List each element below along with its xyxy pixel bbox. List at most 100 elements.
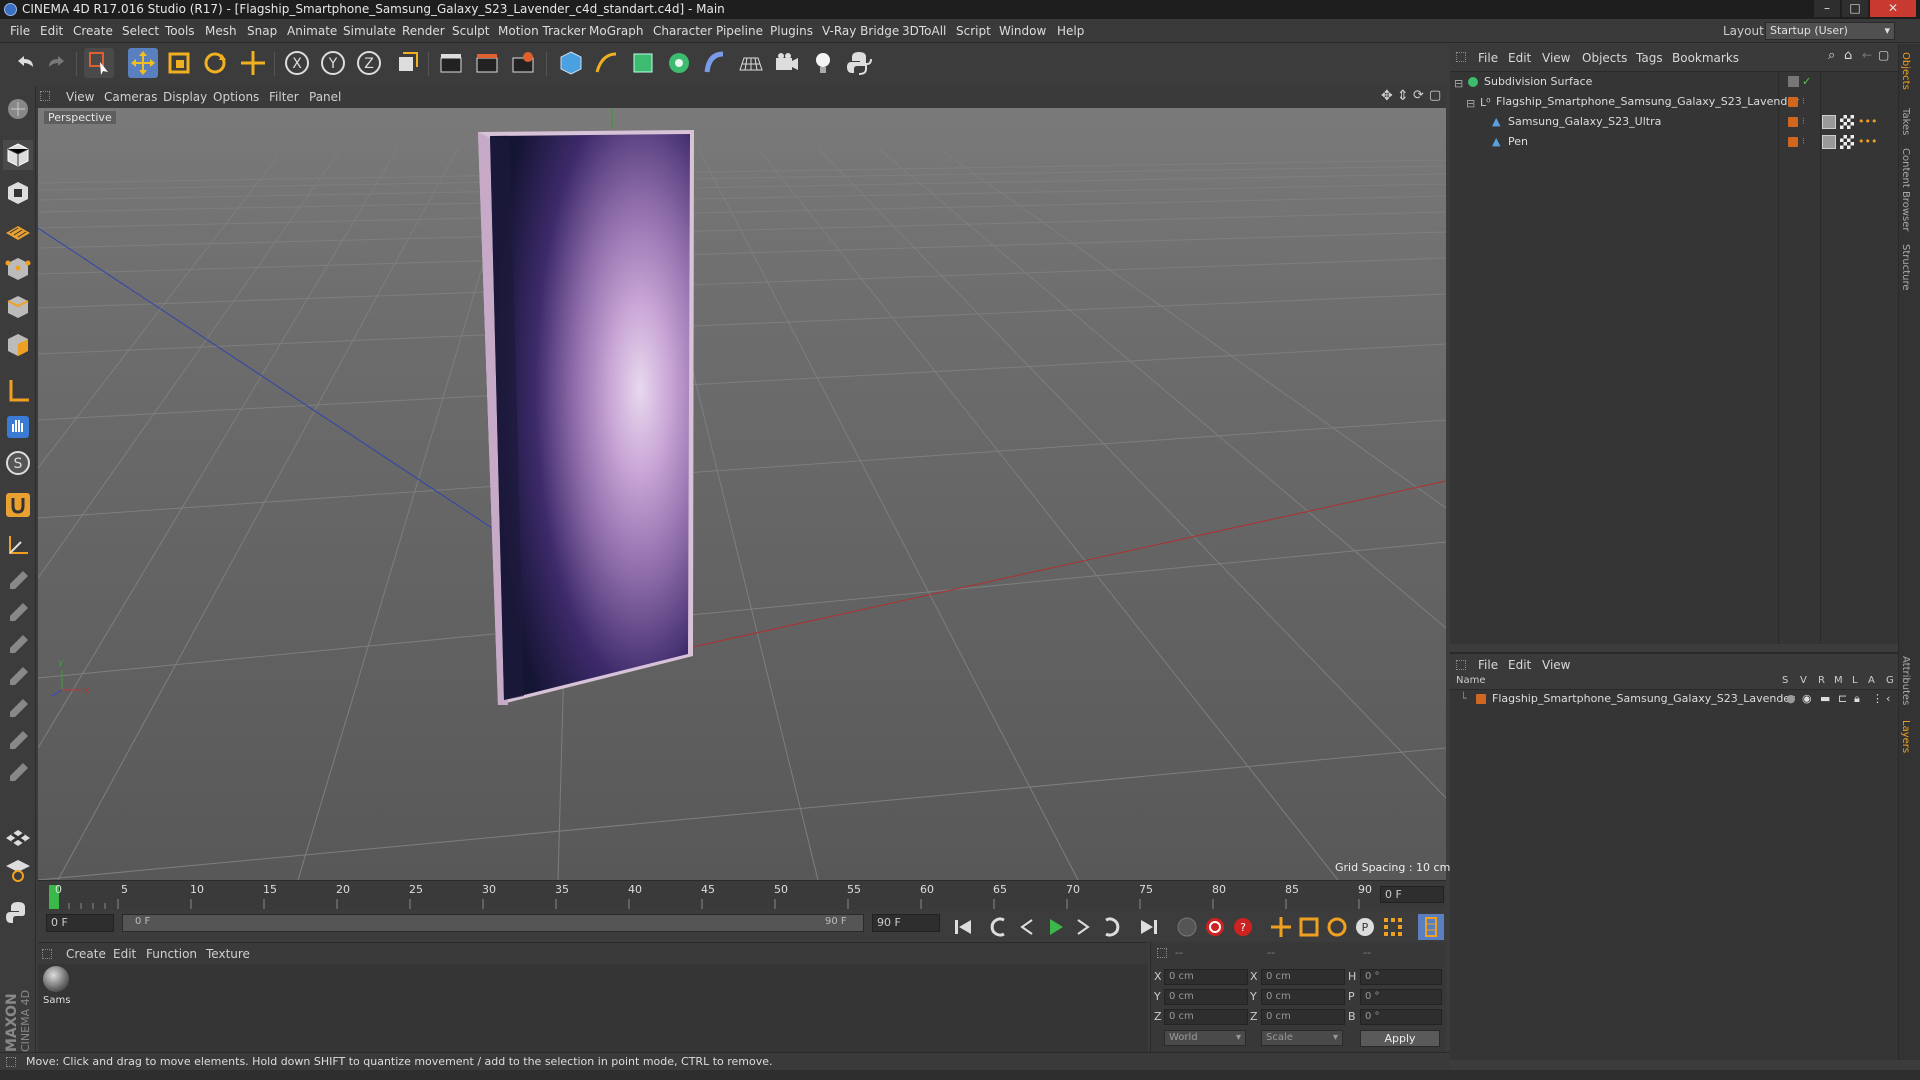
coordinate-space-dropdown[interactable]: World ▾ [1164, 1030, 1246, 1046]
key-rotation-button[interactable] [1324, 914, 1350, 940]
end-frame-field[interactable]: 90 F [872, 914, 940, 932]
object-menu-file[interactable]: File [1478, 51, 1498, 65]
tweak-mode-button[interactable] [3, 412, 33, 442]
column-locked[interactable]: L [1852, 675, 1858, 686]
redo-button[interactable] [42, 48, 72, 78]
live-selection-button[interactable] [84, 48, 114, 78]
timeline-ruler[interactable]: 0 5 10 15 20 25 30 35 40 45 50 55 60 65 … [38, 880, 1446, 910]
quantize-button[interactable] [3, 530, 33, 560]
menu-sculpt[interactable]: Sculpt [452, 24, 489, 38]
rotate-view-icon[interactable]: ⟳ [1413, 88, 1424, 103]
edges-mode-button[interactable] [3, 292, 33, 322]
phong-tag-icon[interactable]: ••• [1858, 113, 1877, 131]
next-frame-button[interactable] [1070, 914, 1096, 940]
key-parameter-button[interactable]: P [1352, 914, 1378, 940]
lock-toggle-icon[interactable]: 🔒︎ [1854, 690, 1860, 708]
material-tag-icon[interactable] [1822, 115, 1836, 129]
python-left-button[interactable] [3, 898, 33, 928]
visible-toggle-icon[interactable]: ◉ [1802, 690, 1812, 708]
add-light-button[interactable] [808, 48, 838, 78]
size-mode-dropdown[interactable]: Scale ▾ [1261, 1030, 1343, 1046]
add-spline-button[interactable] [592, 48, 622, 78]
scale-tool-button[interactable] [164, 48, 194, 78]
render-toggle-icon[interactable]: ▬ [1820, 690, 1830, 708]
object-menu-objects[interactable]: Objects [1582, 51, 1627, 65]
pos-x-field[interactable]: 0 cm [1164, 969, 1248, 985]
material-thumbnail[interactable] [43, 966, 69, 992]
collapse-icon[interactable]: ⊟ [1466, 95, 1475, 113]
start-frame-field[interactable]: 0 F [46, 914, 114, 932]
visibility-dots-icon[interactable]: ⁝ [1802, 113, 1805, 131]
layer-row[interactable]: └ Flagship_Smartphone_Samsung_Galaxy_S23… [1454, 690, 1894, 708]
x-axis-lock-button[interactable]: X [282, 48, 312, 78]
menu-mograph[interactable]: MoGraph [589, 24, 644, 38]
animation-toggle-icon[interactable]: ⋮ [1872, 690, 1883, 708]
material-menu-function[interactable]: Function [146, 947, 197, 961]
record-keys-button[interactable] [1202, 914, 1228, 940]
menu-script[interactable]: Script [956, 24, 991, 38]
add-deformer-button[interactable] [700, 48, 730, 78]
texture-tag-icon[interactable] [1840, 135, 1854, 149]
phong-tag-icon[interactable]: ••• [1858, 133, 1877, 151]
column-generators[interactable]: G [1886, 675, 1894, 686]
rot-p-field[interactable]: 0 ° [1360, 989, 1442, 1005]
layer-color-icon[interactable] [1788, 97, 1798, 107]
sculpt-brush-1-button[interactable] [3, 566, 33, 596]
generator-toggle-icon[interactable]: ‹ [1886, 690, 1890, 708]
floor-rotate-button[interactable] [3, 854, 33, 884]
tab-layers[interactable]: Layers [1900, 720, 1911, 753]
viewport-menu-panel[interactable]: Panel [309, 90, 341, 104]
object-row-flagship[interactable]: ⊟ L⁰ Flagship_Smartphone_Samsung_Galaxy_… [1454, 93, 1894, 111]
collapse-icon[interactable]: ⊟ [1454, 75, 1463, 93]
zoom-view-icon[interactable]: ⇕ [1397, 88, 1409, 104]
add-mograph-button[interactable] [664, 48, 694, 78]
rot-h-field[interactable]: 0 ° [1360, 969, 1442, 985]
maximize-button[interactable]: □ [1842, 0, 1868, 17]
menu-snap[interactable]: Snap [247, 24, 277, 38]
viewport-menu-cameras[interactable]: Cameras [104, 90, 157, 104]
menu-render[interactable]: Render [402, 24, 445, 38]
render-view-button[interactable] [436, 48, 466, 78]
menu-window[interactable]: Window [999, 24, 1046, 38]
magnet-tool-button[interactable] [3, 490, 33, 520]
sculpt-brush-7-button[interactable] [3, 758, 33, 788]
layout-dropdown[interactable]: Startup (User) ▾ [1765, 22, 1895, 40]
goto-start-button[interactable] [950, 914, 976, 940]
viewport-menu-filter[interactable]: Filter [269, 90, 299, 104]
material-menu-texture[interactable]: Texture [206, 947, 250, 961]
rotate-tool-button[interactable] [200, 48, 230, 78]
goto-end-button[interactable] [1136, 914, 1162, 940]
menu-character[interactable]: Character [653, 24, 712, 38]
tab-content-browser[interactable]: Content Browser [1900, 148, 1911, 231]
maximize-view-icon[interactable]: ▢ [1429, 88, 1441, 103]
close-button[interactable]: ✕ [1870, 0, 1916, 17]
menu-vray-bridge[interactable]: V-Ray Bridge [822, 24, 899, 38]
material-tag-icon[interactable] [1822, 135, 1836, 149]
transform-tool-button[interactable] [238, 48, 268, 78]
apply-button[interactable]: Apply [1360, 1030, 1440, 1047]
sculpt-brush-5-button[interactable] [3, 694, 33, 724]
move-tool-button[interactable] [128, 48, 158, 78]
layer-color-icon[interactable] [1476, 694, 1486, 704]
prev-frame-button[interactable] [1014, 914, 1040, 940]
next-key-button[interactable] [1098, 914, 1124, 940]
manager-toggle-icon[interactable]: ⊏ [1838, 690, 1847, 708]
pos-y-field[interactable]: 0 cm [1164, 989, 1248, 1005]
home-icon[interactable]: ⌂ [1844, 48, 1852, 63]
material-menu-create[interactable]: Create [66, 947, 106, 961]
menu-select[interactable]: Select [122, 24, 159, 38]
menu-edit[interactable]: Edit [40, 24, 63, 38]
menu-simulate[interactable]: Simulate [343, 24, 396, 38]
prev-key-button[interactable] [986, 914, 1012, 940]
sculpt-brush-6-button[interactable] [3, 726, 33, 756]
layer-menu-file[interactable]: File [1478, 658, 1498, 672]
visibility-dots-icon[interactable]: ⁝ [1802, 93, 1805, 111]
menu-file[interactable]: File [10, 24, 30, 38]
object-row-subdivision[interactable]: ⊟ Subdivision Surface ✓ [1454, 73, 1894, 91]
column-visible[interactable]: V [1800, 675, 1807, 686]
object-menu-view[interactable]: View [1542, 51, 1570, 65]
z-axis-lock-button[interactable]: Z [354, 48, 384, 78]
pos-z-field[interactable]: 0 cm [1164, 1009, 1248, 1025]
sculpt-brush-2-button[interactable] [3, 598, 33, 628]
axis-mode-button[interactable] [3, 376, 33, 406]
